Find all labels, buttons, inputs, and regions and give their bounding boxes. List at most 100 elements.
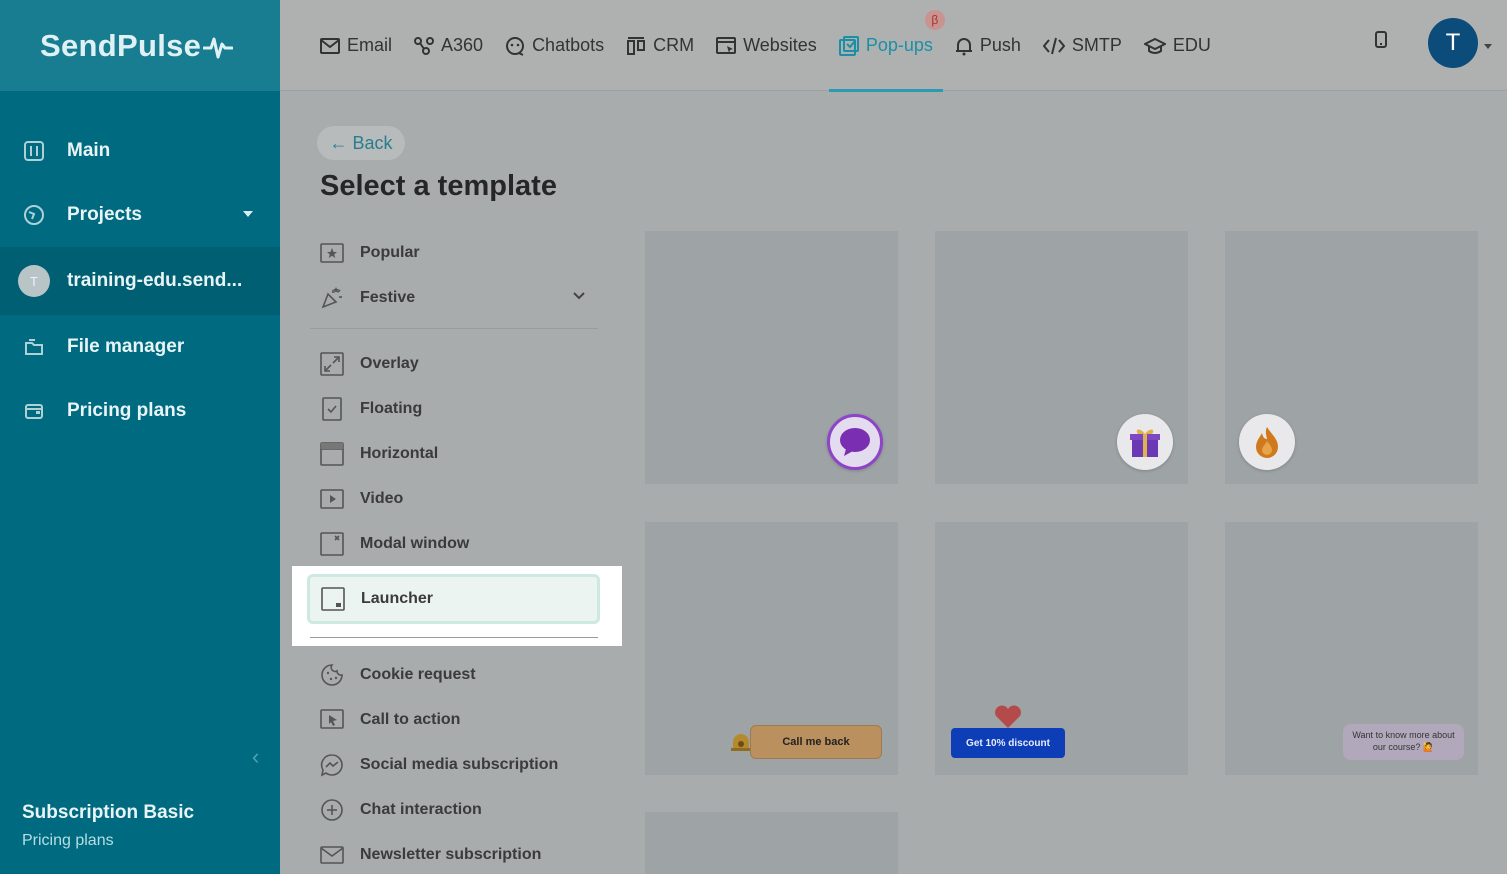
category-overlay[interactable]: Overlay: [310, 341, 598, 386]
logo-text: SendPulse: [40, 27, 202, 63]
flow-icon: [414, 36, 435, 55]
sidebar: SendPulse Main Projects T training-edu.s…: [0, 0, 280, 874]
category-launcher[interactable]: Launcher: [307, 574, 600, 624]
template-card[interactable]: Want to know more about our course? 🙋: [1225, 522, 1478, 775]
template-card[interactable]: [645, 812, 898, 874]
wallet-icon: [22, 399, 46, 423]
category-label: Newsletter subscription: [360, 845, 542, 863]
template-card[interactable]: Call me back: [645, 522, 898, 775]
nav-popups[interactable]: Pop-ups β: [828, 0, 945, 92]
sidebar-item-projects[interactable]: Projects: [0, 183, 280, 247]
template-card[interactable]: [935, 231, 1188, 484]
category-label: Launcher: [361, 590, 434, 607]
nav-label: Pop-ups: [865, 35, 933, 55]
star-icon: [319, 240, 345, 266]
graduation-icon: [1143, 37, 1166, 54]
sliders-icon: [22, 139, 46, 163]
expand-icon: [319, 351, 345, 377]
category-floating[interactable]: Floating: [310, 386, 598, 431]
sidebar-item-file-manager[interactable]: File manager: [0, 315, 280, 379]
pulse-icon: [203, 37, 234, 58]
category-label: Festive: [360, 288, 416, 306]
category-label: Chat interaction: [360, 800, 482, 818]
sidebar-item-site[interactable]: T training-edu.send...: [0, 247, 280, 315]
call-me-back-button: Call me back: [750, 725, 882, 759]
logo-area: SendPulse: [0, 0, 280, 91]
category-label: Call to action: [360, 710, 461, 728]
category-label: Modal window: [360, 534, 470, 552]
sidebar-item-label: File manager: [67, 336, 185, 357]
subscription-block: Subscription Basic Pricing plans: [22, 802, 194, 850]
heart-icon: [995, 705, 1021, 728]
know-more-bubble: Want to know more about our course? 🙋: [1343, 724, 1464, 760]
category-label: Horizontal: [360, 444, 439, 462]
sidebar-item-label: training-edu.send...: [67, 270, 243, 291]
top-navigation: Email A360 Chatbots CRM Websites Pop-ups…: [280, 0, 1507, 92]
nav-chatbots[interactable]: Chatbots: [505, 0, 604, 91]
divider: [310, 637, 598, 638]
category-social-media-subscription[interactable]: Social media subscription: [310, 742, 598, 787]
category-festive[interactable]: Festive: [310, 275, 598, 320]
folder-icon: [22, 335, 46, 359]
nav-smtp[interactable]: SMTP: [1042, 0, 1122, 91]
user-avatar[interactable]: T: [1428, 18, 1478, 68]
close-square-icon: [319, 531, 345, 557]
page-title: Select a template: [320, 170, 557, 202]
sidebar-item-main[interactable]: Main: [0, 119, 280, 183]
back-button[interactable]: ← Back: [317, 126, 405, 160]
sendpulse-logo[interactable]: SendPulse: [40, 27, 234, 64]
category-modal-window[interactable]: Modal window: [310, 521, 598, 566]
nav-edu[interactable]: EDU: [1143, 0, 1211, 91]
nav-email[interactable]: Email: [320, 0, 392, 91]
subscription-title: Subscription Basic: [22, 802, 195, 823]
template-card[interactable]: [1225, 231, 1478, 484]
category-label: Floating: [360, 399, 423, 417]
nav-a360[interactable]: A360: [414, 0, 483, 91]
sidebar-item-pricing-plans[interactable]: Pricing plans: [0, 379, 280, 443]
collapse-sidebar-icon[interactable]: ‹: [252, 744, 259, 770]
nav-websites[interactable]: Websites: [716, 0, 817, 91]
nav-label: A360: [441, 35, 484, 55]
bell-icon: [955, 37, 972, 55]
nav-crm[interactable]: CRM: [626, 0, 694, 91]
popup-icon: [838, 35, 859, 56]
nav-label: CRM: [653, 35, 695, 55]
nav-push[interactable]: Push: [955, 0, 1021, 91]
caret-down-icon[interactable]: [1484, 44, 1492, 49]
chevron-down-icon[interactable]: [572, 291, 586, 300]
template-goals: Cookie request Call to action Social med…: [310, 637, 598, 874]
category-label: Video: [360, 489, 404, 507]
speech-bubble-icon: [827, 414, 883, 470]
category-label: Popular: [360, 243, 420, 261]
service-menu: Email A360 Chatbots CRM Websites Pop-ups…: [320, 0, 1233, 92]
category-popular[interactable]: Popular: [310, 230, 598, 275]
code-icon: [1042, 37, 1065, 54]
category-video[interactable]: Video: [310, 476, 598, 521]
category-call-to-action[interactable]: Call to action: [310, 697, 598, 742]
category-label: Overlay: [360, 354, 419, 372]
pricing-plans-link[interactable]: Pricing plans: [22, 832, 194, 850]
fire-icon: [1239, 414, 1295, 470]
caret-down-icon[interactable]: [243, 211, 253, 217]
category-cookie-request[interactable]: Cookie request: [310, 652, 598, 697]
category-newsletter-subscription[interactable]: Newsletter subscription: [310, 832, 598, 874]
template-card[interactable]: [645, 231, 898, 484]
category-chat-interaction[interactable]: Chat interaction: [310, 787, 598, 832]
cookie-icon: [319, 662, 345, 688]
envelope-icon: [320, 37, 340, 54]
sidebar-item-label: Main: [67, 140, 111, 161]
category-horizontal[interactable]: Horizontal: [310, 431, 598, 476]
envelope-icon: [319, 842, 345, 868]
mobile-app-icon[interactable]: [1374, 30, 1388, 50]
nav-label: EDU: [1172, 35, 1211, 55]
sidebar-nav: Main Projects T training-edu.send... Fil…: [0, 119, 280, 443]
template-card[interactable]: Get 10% discount: [935, 522, 1188, 775]
confetti-icon: [319, 285, 345, 311]
beta-badge: β: [924, 10, 945, 30]
launcher-icon: [320, 586, 346, 612]
nav-label: Chatbots: [532, 35, 605, 55]
globe-icon: [22, 203, 46, 227]
cursor-icon: [319, 707, 345, 733]
kanban-icon: [627, 36, 646, 55]
chat-icon: [506, 36, 525, 56]
